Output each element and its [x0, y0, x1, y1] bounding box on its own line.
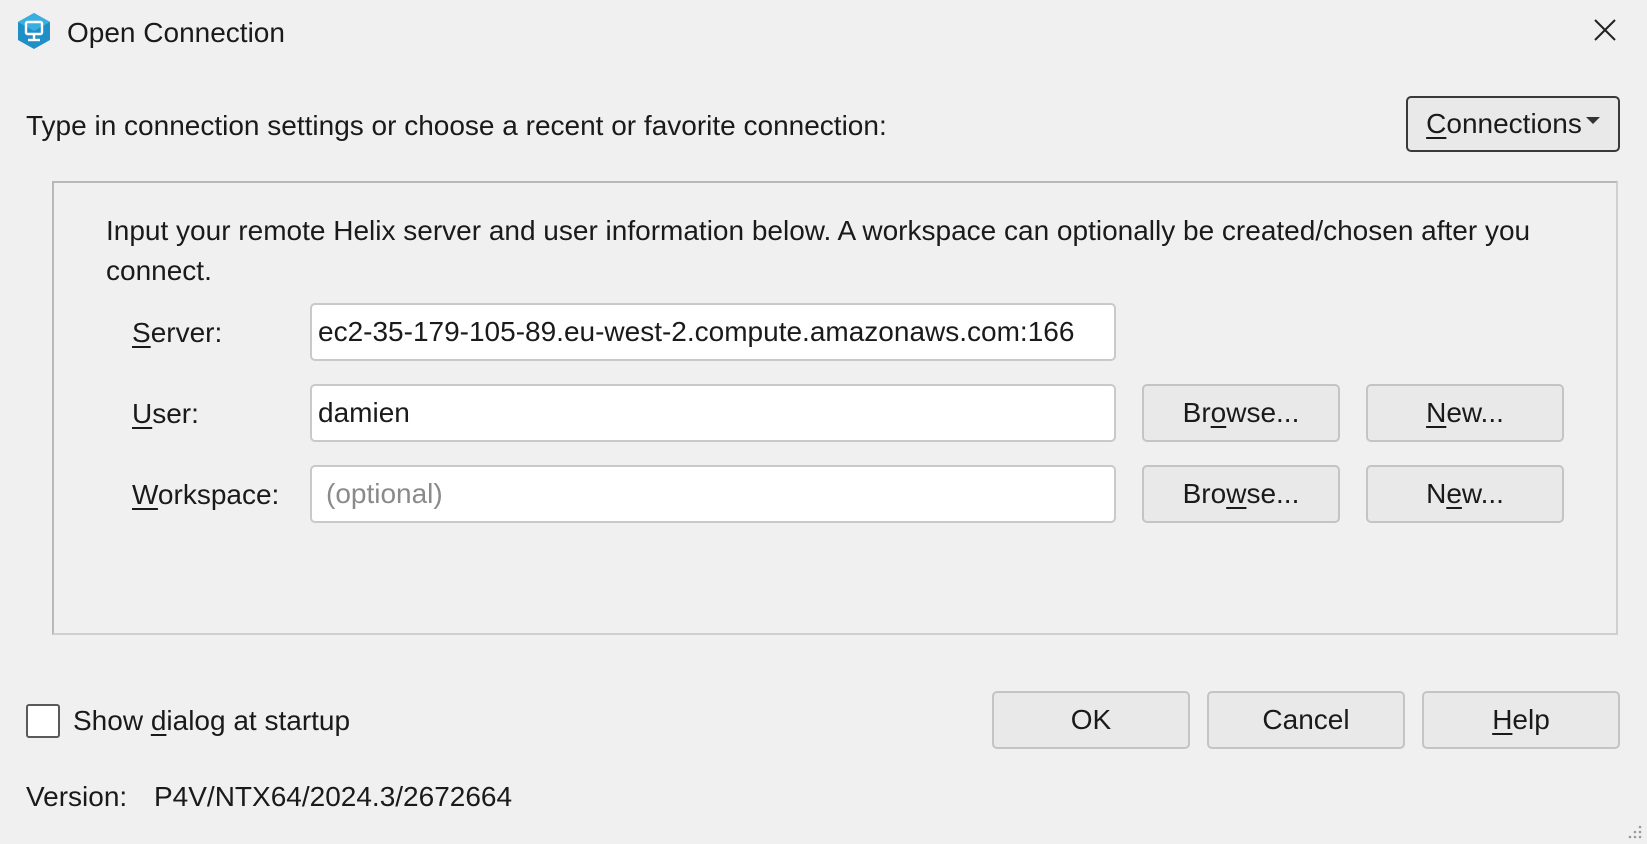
connection-settings-panel: Input your remote Helix server and user …	[52, 181, 1618, 635]
user-input[interactable]: damien	[310, 384, 1116, 442]
workspace-label-text: orkspace:	[157, 479, 280, 510]
panel-description: Input your remote Helix server and user …	[106, 215, 1531, 286]
window-title: Open Connection	[67, 17, 285, 48]
browse-mnemonic: w	[1226, 478, 1247, 509]
new-label: ew...	[1446, 397, 1504, 428]
cancel-button[interactable]: Cancel	[1207, 691, 1405, 749]
workspace-browse-button[interactable]: Bro w se...	[1142, 465, 1340, 523]
connections-mnemonic: C	[1426, 108, 1447, 139]
chevron-down-icon	[1585, 116, 1600, 124]
workspace-mnemonic: W	[132, 479, 158, 510]
show-dialog-checkbox[interactable]	[26, 704, 60, 738]
show-dialog-label[interactable]: Show dialog at startup	[73, 703, 350, 739]
server-mnemonic: S	[132, 317, 151, 348]
show-dialog-label-a: Show	[73, 705, 151, 736]
new-label-b: w...	[1461, 478, 1504, 509]
p4v-connection-icon	[16, 12, 52, 50]
new-label-a: N	[1426, 478, 1447, 509]
workspace-placeholder: (optional)	[326, 478, 443, 509]
connections-label: onnections	[1446, 108, 1582, 139]
user-label-text: ser:	[152, 398, 199, 429]
ok-button[interactable]: OK	[992, 691, 1190, 749]
intro-text: Type in connection settings or choose a …	[26, 110, 887, 141]
connections-dropdown-button[interactable]: Connections	[1406, 96, 1620, 152]
server-input[interactable]: ec2-35-179-105-89.eu-west-2.compute.amaz…	[310, 303, 1116, 361]
user-value: damien	[318, 397, 410, 428]
browse-label-b: se...	[1246, 478, 1300, 509]
open-connection-dialog: Open Connection Type in connection setti…	[0, 0, 1647, 844]
cancel-label: Cancel	[1262, 704, 1350, 735]
browse-label-b: wse...	[1226, 397, 1300, 428]
browse-mnemonic: o	[1210, 397, 1227, 428]
user-browse-button[interactable]: Br o wse...	[1142, 384, 1340, 442]
browse-label-a: Br	[1182, 397, 1211, 428]
version-label: Version:	[26, 781, 128, 812]
server-label-text: erver:	[150, 317, 223, 348]
help-label: elp	[1512, 704, 1550, 735]
help-mnemonic: H	[1492, 704, 1513, 735]
browse-label-a: Bro	[1182, 478, 1227, 509]
server-label: Server:	[132, 315, 222, 351]
workspace-new-button[interactable]: Ne w...	[1366, 465, 1564, 523]
help-button[interactable]: Help	[1422, 691, 1620, 749]
close-button[interactable]	[1580, 10, 1630, 54]
resize-grip-icon[interactable]	[1625, 822, 1643, 840]
server-value: ec2-35-179-105-89.eu-west-2.compute.amaz…	[318, 316, 1075, 347]
user-mnemonic: U	[132, 398, 153, 429]
user-new-button[interactable]: New...	[1366, 384, 1564, 442]
workspace-label: Workspace:	[132, 477, 279, 513]
new-mnemonic: N	[1426, 397, 1447, 428]
show-dialog-mnemonic: d	[150, 705, 167, 736]
close-icon	[1594, 18, 1616, 46]
version-value: P4V/NTX64/2024.3/2672664	[154, 781, 513, 812]
title-bar: Open Connection	[0, 0, 1647, 68]
ok-label: OK	[1070, 704, 1112, 735]
show-dialog-label-b: ialog at startup	[166, 705, 351, 736]
workspace-input[interactable]: (optional)	[310, 465, 1116, 523]
user-label: User:	[132, 396, 199, 432]
new-mnemonic: e	[1446, 478, 1462, 509]
